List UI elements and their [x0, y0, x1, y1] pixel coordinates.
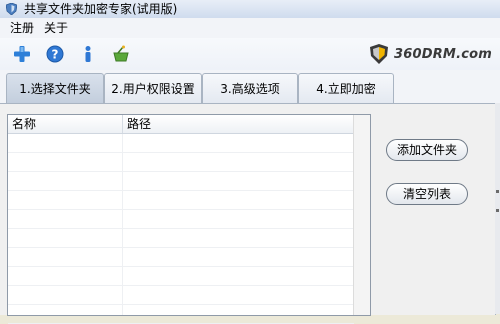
list-header: 名称 路径	[8, 115, 370, 134]
list-row	[8, 153, 354, 172]
list-body	[8, 134, 370, 324]
edge-marker	[496, 190, 499, 193]
list-row	[8, 191, 354, 210]
tab-advanced-options[interactable]: 3.高级选项	[202, 73, 298, 103]
menu-about[interactable]: 关于	[44, 20, 68, 36]
tab-select-folder[interactable]: 1.选择文件夹	[6, 73, 104, 103]
logo-text: 360DRM.com	[394, 46, 492, 62]
help-icon: ?	[46, 45, 64, 63]
list-row	[8, 134, 354, 153]
folder-list[interactable]: 名称 路径	[7, 114, 371, 324]
add-button[interactable]	[10, 42, 34, 66]
logo: 360DRM.com	[368, 43, 492, 65]
title-bar[interactable]: 共享文件夹加密专家(试用版)	[0, 0, 500, 19]
clear-list-button[interactable]: 清空列表	[386, 183, 468, 205]
main-panel: 名称 路径 添加文件夹 清空列表	[0, 103, 496, 324]
column-header-path[interactable]: 路径	[123, 115, 354, 133]
list-row	[8, 267, 354, 286]
edge-marker	[496, 209, 499, 212]
toolbar: ? 360DRM.com	[0, 38, 500, 70]
menu-bar: 注册 关于	[0, 18, 500, 38]
add-folder-button[interactable]: 添加文件夹	[386, 139, 468, 161]
tab-bar: 1.选择文件夹 2.用户权限设置 3.高级选项 4.立即加密	[0, 70, 500, 104]
shop-icon	[113, 45, 129, 62]
info-icon	[85, 46, 91, 62]
tab-encrypt-now[interactable]: 4.立即加密	[298, 73, 394, 103]
menu-register[interactable]: 注册	[10, 20, 34, 36]
list-row	[8, 286, 354, 305]
list-row	[8, 305, 354, 324]
window-title: 共享文件夹加密专家(试用版)	[24, 2, 178, 16]
vertical-scrollbar[interactable]	[353, 115, 370, 315]
list-row	[8, 248, 354, 267]
list-row	[8, 229, 354, 248]
help-button[interactable]: ?	[43, 42, 67, 66]
logo-icon	[370, 44, 388, 64]
add-icon	[14, 46, 30, 62]
column-header-name[interactable]: 名称	[8, 115, 123, 133]
shop-button[interactable]	[109, 42, 133, 66]
info-button[interactable]	[76, 42, 100, 66]
list-row	[8, 172, 354, 191]
shield-icon	[5, 2, 18, 16]
tab-user-permissions[interactable]: 2.用户权限设置	[104, 73, 202, 103]
svg-text:?: ?	[52, 48, 59, 62]
list-row	[8, 210, 354, 229]
